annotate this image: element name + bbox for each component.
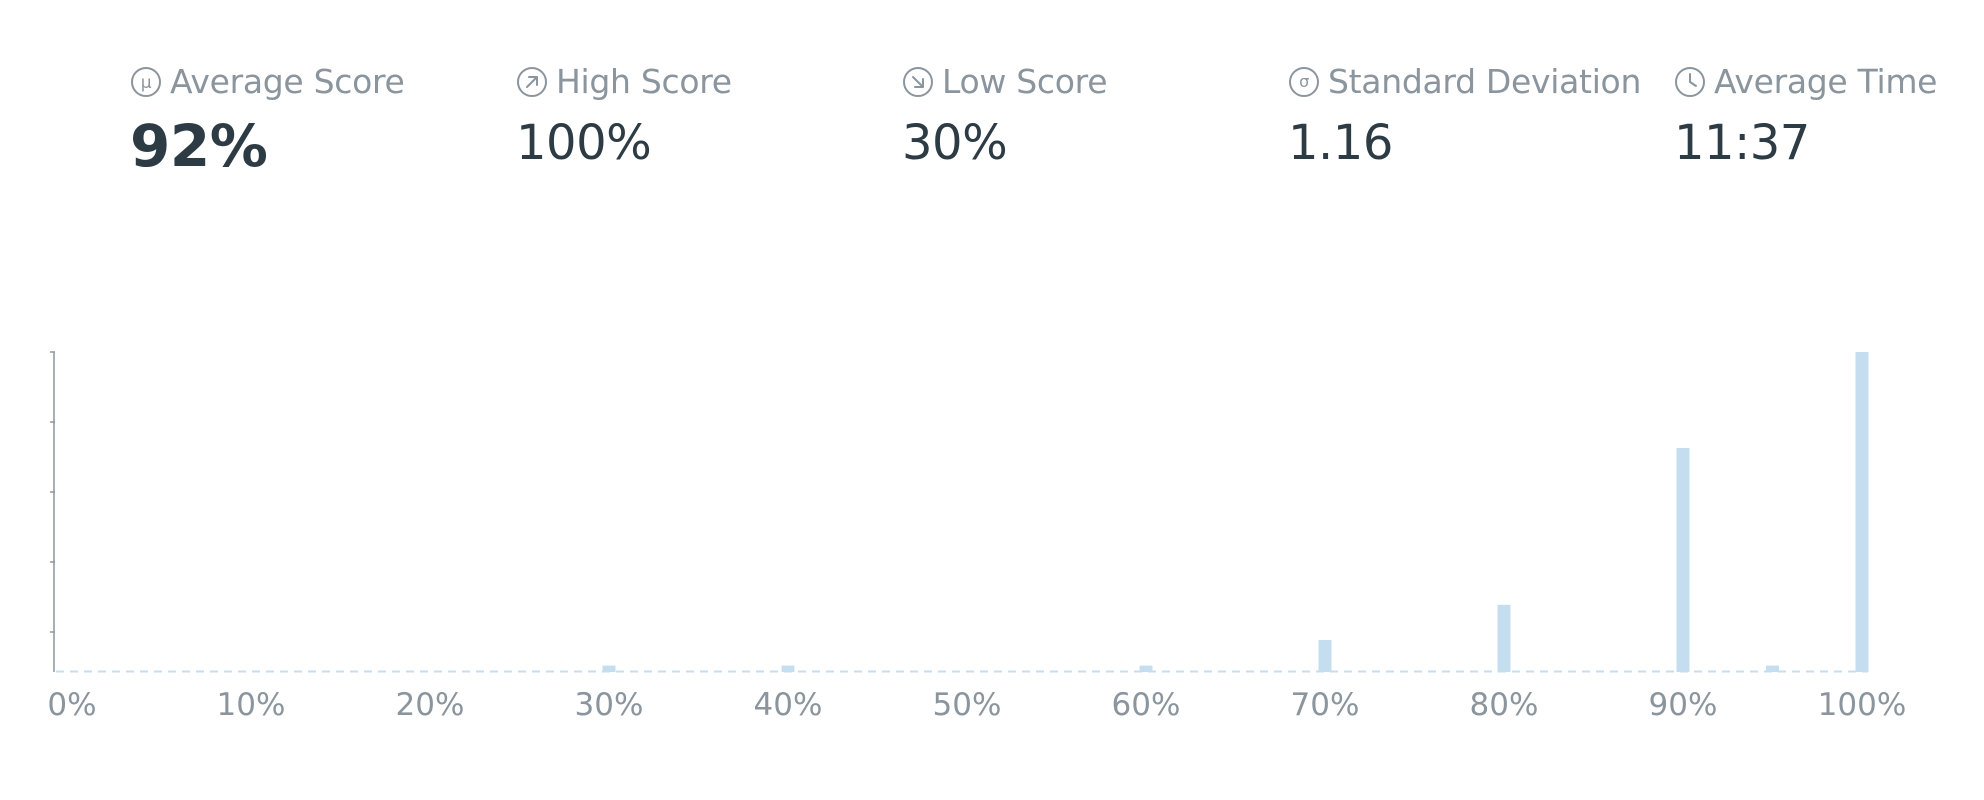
x-tick-label: 40%	[754, 687, 823, 723]
sigma-icon: σ	[1289, 66, 1319, 97]
clock-icon	[1675, 66, 1705, 97]
stat-high-score: High Score 100%	[516, 62, 896, 167]
svg-text:μ: μ	[141, 73, 152, 93]
stat-label: Average Time	[1714, 62, 1938, 101]
x-tick-label: 30%	[575, 687, 644, 723]
mu-icon: μ	[131, 66, 161, 97]
stat-average-time: Average Time 11:37	[1674, 62, 1984, 167]
x-tick-label: 0%	[47, 687, 96, 723]
histogram-bar	[1497, 604, 1511, 672]
x-tick-label: 80%	[1470, 687, 1539, 723]
stat-label: High Score	[556, 62, 732, 101]
x-tick-label: 70%	[1291, 687, 1360, 723]
stat-value: 92%	[130, 112, 268, 180]
svg-text:σ: σ	[1299, 72, 1309, 91]
arrow-down-right-icon	[903, 66, 933, 97]
stat-low-score: Low Score 30%	[902, 62, 1282, 167]
histogram-bar	[1766, 665, 1779, 672]
score-histogram: 0% 10% 20% 30% 40% 50% 60% 70% 80% 90% 100%	[0, 330, 1984, 750]
x-tick-label: 60%	[1112, 687, 1181, 723]
stat-value: 100%	[516, 115, 652, 171]
stat-average-score: μ Average Score 92%	[130, 62, 510, 175]
histogram-bar	[1139, 665, 1153, 672]
stat-label: Standard Deviation	[1328, 62, 1642, 101]
histogram-bar	[602, 665, 616, 672]
x-tick-label: 10%	[217, 687, 286, 723]
score-statistics: μ Average Score 92% High Score 100% Low …	[130, 62, 1984, 192]
stat-value: 1.16	[1288, 115, 1393, 171]
stat-value: 11:37	[1674, 115, 1810, 171]
x-tick-label: 100%	[1818, 687, 1907, 723]
stat-label: Low Score	[942, 62, 1108, 101]
stat-standard-deviation: σ Standard Deviation 1.16	[1288, 62, 1668, 167]
histogram-bar	[781, 665, 795, 672]
arrow-up-right-icon	[517, 66, 547, 97]
histogram-bar	[1855, 352, 1869, 672]
x-tick-label: 50%	[933, 687, 1002, 723]
x-tick-label: 20%	[396, 687, 465, 723]
histogram-bar	[1676, 448, 1690, 672]
x-tick-label: 90%	[1649, 687, 1718, 723]
histogram-bar	[1318, 640, 1332, 672]
stat-value: 30%	[902, 115, 1008, 171]
stat-label: Average Score	[170, 62, 405, 101]
histogram-chart: 0% 10% 20% 30% 40% 50% 60% 70% 80% 90% 100%	[47, 351, 1907, 723]
